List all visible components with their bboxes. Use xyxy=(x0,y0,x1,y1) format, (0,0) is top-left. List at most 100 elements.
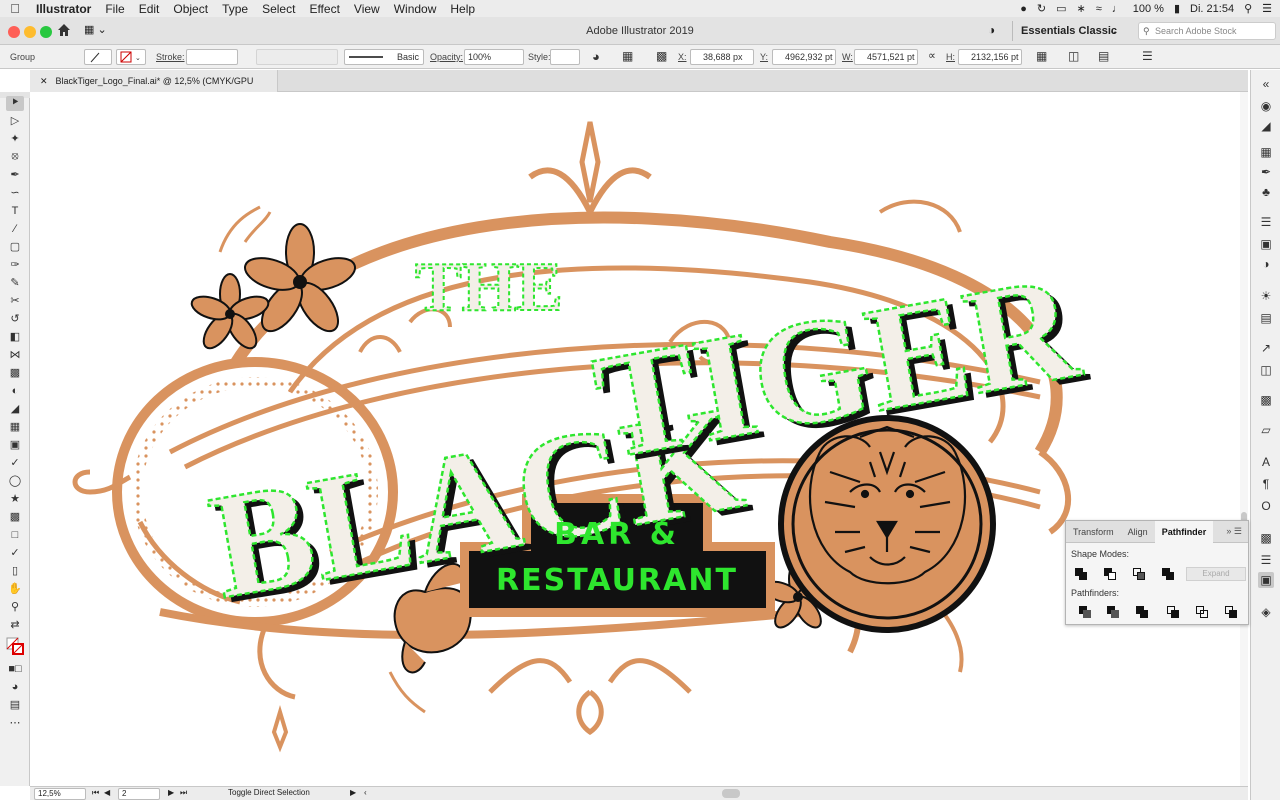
collapse-dock-icon[interactable]: « xyxy=(1258,76,1274,92)
menu-help[interactable]: Help xyxy=(450,2,475,16)
next-artboard-icon[interactable]: ▶ xyxy=(168,788,174,797)
color-panel-icon[interactable]: ◉ xyxy=(1258,98,1274,114)
menu-file[interactable]: File xyxy=(105,2,124,16)
apple-icon[interactable]:  xyxy=(8,1,22,16)
direct-selection-tool-icon[interactable]: ▷ xyxy=(6,113,24,128)
expand-button[interactable]: Expand xyxy=(1186,567,1246,581)
eyedropper-tool-icon[interactable]: ✓ xyxy=(6,455,24,470)
exclude-button[interactable] xyxy=(1161,567,1175,581)
artboard-number-field[interactable]: 2 xyxy=(118,788,160,800)
clock[interactable]: Di. 21:54 xyxy=(1190,3,1234,15)
screen-mode-icon[interactable]: ▤ xyxy=(6,697,24,712)
stroke-panel-icon[interactable]: ☰ xyxy=(1258,214,1274,230)
swap-fill-stroke-icon[interactable]: ⇄ xyxy=(6,617,24,632)
stroke-label[interactable]: Stroke: xyxy=(156,52,185,62)
bluetooth-icon[interactable]: ∗ xyxy=(1077,2,1086,15)
black-tiger-logo-artwork[interactable]: THE BLACK BLACK TIGER TIGER BAR & RESTAU… xyxy=(30,92,1248,786)
y-field[interactable]: 4962,932 pt xyxy=(772,49,836,65)
slice-tool-icon[interactable]: ✓ xyxy=(6,545,24,560)
tab-transform[interactable]: Transform xyxy=(1066,521,1121,543)
transform-panel-icon[interactable]: ▩ xyxy=(1258,530,1274,546)
gradient-tool-icon[interactable]: ▣ xyxy=(6,437,24,452)
crop-button[interactable] xyxy=(1166,605,1180,619)
adobe-stock-search[interactable]: ⚲ Search Adobe Stock xyxy=(1138,22,1276,40)
x-field[interactable]: 38,688 px xyxy=(690,49,754,65)
asset-export-icon[interactable]: ▱ xyxy=(1258,422,1274,438)
fill-stroke-swatches[interactable] xyxy=(6,636,24,658)
y-label[interactable]: Y: xyxy=(760,52,768,62)
h-field[interactable]: 2132,156 pt xyxy=(958,49,1022,65)
trim-button[interactable] xyxy=(1106,605,1120,619)
rectangle-tool-icon[interactable]: ▢ xyxy=(6,239,24,254)
paragraph-panel-icon[interactable]: ¶ xyxy=(1258,476,1274,492)
fill-swatch[interactable] xyxy=(84,49,112,65)
zoom-tool-icon[interactable]: ⚲ xyxy=(6,599,24,614)
volume-icon[interactable]: ♩ xyxy=(1112,3,1123,15)
pathfinder-shortcut-icon[interactable]: ▤ xyxy=(1098,49,1109,63)
menu-object[interactable]: Object xyxy=(173,2,208,16)
brushes-panel-icon[interactable]: ✒ xyxy=(1258,164,1274,180)
eraser-tool-icon[interactable]: ▯ xyxy=(6,563,24,578)
stroke-weight-field[interactable] xyxy=(186,49,238,65)
divide-button[interactable] xyxy=(1078,605,1092,619)
menu-type[interactable]: Type xyxy=(222,2,248,16)
align-to-icon[interactable]: ▦ xyxy=(622,49,633,63)
graphic-styles-icon[interactable]: ▤ xyxy=(1258,310,1274,326)
lightbulb-icon[interactable]: ◑ xyxy=(988,23,995,37)
previous-artboard-icon[interactable]: ◀ xyxy=(104,788,110,797)
opacity-field[interactable]: 100% xyxy=(464,49,524,65)
menu-select[interactable]: Select xyxy=(262,2,295,16)
layers-panel-icon[interactable]: ◈ xyxy=(1258,604,1274,620)
constrain-proportions-icon[interactable]: ∝ xyxy=(928,49,936,62)
artboard-tool-icon[interactable]: □ xyxy=(6,527,24,542)
symbol-sprayer-tool-icon[interactable]: ★ xyxy=(6,491,24,506)
menu-view[interactable]: View xyxy=(354,2,380,16)
tab-align[interactable]: Align xyxy=(1121,521,1155,543)
selection-tool-icon[interactable]: ⯈ xyxy=(6,96,24,111)
h-label[interactable]: H: xyxy=(946,52,955,62)
last-artboard-icon[interactable]: ⏭ xyxy=(180,788,187,798)
workspace-switcher[interactable]: Essentials Classic ⌄ xyxy=(1012,21,1122,41)
scroll-left-icon[interactable]: ‹ xyxy=(364,788,367,797)
swatches-panel-icon[interactable]: ▦ xyxy=(1258,144,1274,160)
w-field[interactable]: 4571,521 pt xyxy=(854,49,918,65)
spotlight-icon[interactable]: ⚲ xyxy=(1244,2,1252,15)
minus-front-button[interactable] xyxy=(1103,567,1117,581)
graphic-style-picker[interactable] xyxy=(550,49,580,65)
magic-wand-tool-icon[interactable]: ✦ xyxy=(6,131,24,146)
column-graph-tool-icon[interactable]: ▩ xyxy=(6,509,24,524)
minus-back-button[interactable] xyxy=(1224,605,1238,619)
transform-icon[interactable]: ▦ xyxy=(1036,49,1047,63)
document-tab[interactable]: ✕ BlackTiger_Logo_Final.ai* @ 12,5% (CMYK… xyxy=(30,70,278,108)
menu-effect[interactable]: Effect xyxy=(309,2,339,16)
drawing-mode-icon[interactable]: ◕ xyxy=(6,679,24,694)
links-panel-icon[interactable]: ◫ xyxy=(1258,362,1274,378)
opentype-panel-icon[interactable]: O xyxy=(1258,498,1274,514)
intersect-button[interactable] xyxy=(1132,567,1146,581)
sync-icon[interactable]: ↻ xyxy=(1037,2,1046,15)
color-mode-icon[interactable]: ■□ xyxy=(6,661,24,676)
wifi-icon[interactable]: ≈ xyxy=(1096,3,1102,15)
hand-tool-icon[interactable]: ✋ xyxy=(6,581,24,596)
lasso-tool-icon[interactable]: ⦻ xyxy=(6,149,24,164)
tab-pathfinder[interactable]: Pathfinder xyxy=(1154,520,1214,543)
isolate-icon[interactable]: ◫ xyxy=(1068,49,1079,63)
transform-reference-icon[interactable]: ▩ xyxy=(656,49,667,63)
type-tool-icon[interactable]: T xyxy=(6,203,24,218)
x-label[interactable]: X: xyxy=(678,52,687,62)
merge-button[interactable] xyxy=(1135,605,1149,619)
status-menu-icon[interactable]: ▶ xyxy=(350,788,356,797)
w-label[interactable]: W: xyxy=(842,52,853,62)
first-artboard-icon[interactable]: ⏮ xyxy=(92,788,99,798)
appearance-panel-icon[interactable]: ☀ xyxy=(1258,288,1274,304)
curvature-tool-icon[interactable]: ∽ xyxy=(6,185,24,200)
edit-toolbar-icon[interactable]: ⋯ xyxy=(6,715,24,730)
export-panel-icon[interactable]: ↗ xyxy=(1258,340,1274,356)
outline-button[interactable] xyxy=(1195,605,1209,619)
paintbrush-tool-icon[interactable]: ✑ xyxy=(6,257,24,272)
mesh-tool-icon[interactable]: ▦ xyxy=(6,419,24,434)
horizontal-scroll-thumb[interactable] xyxy=(722,789,740,798)
control-panel-menu-icon[interactable]: ☰ xyxy=(1142,49,1153,63)
blend-tool-icon[interactable]: ◯ xyxy=(6,473,24,488)
panel-menu-icon[interactable]: » ☰ xyxy=(1226,526,1242,537)
